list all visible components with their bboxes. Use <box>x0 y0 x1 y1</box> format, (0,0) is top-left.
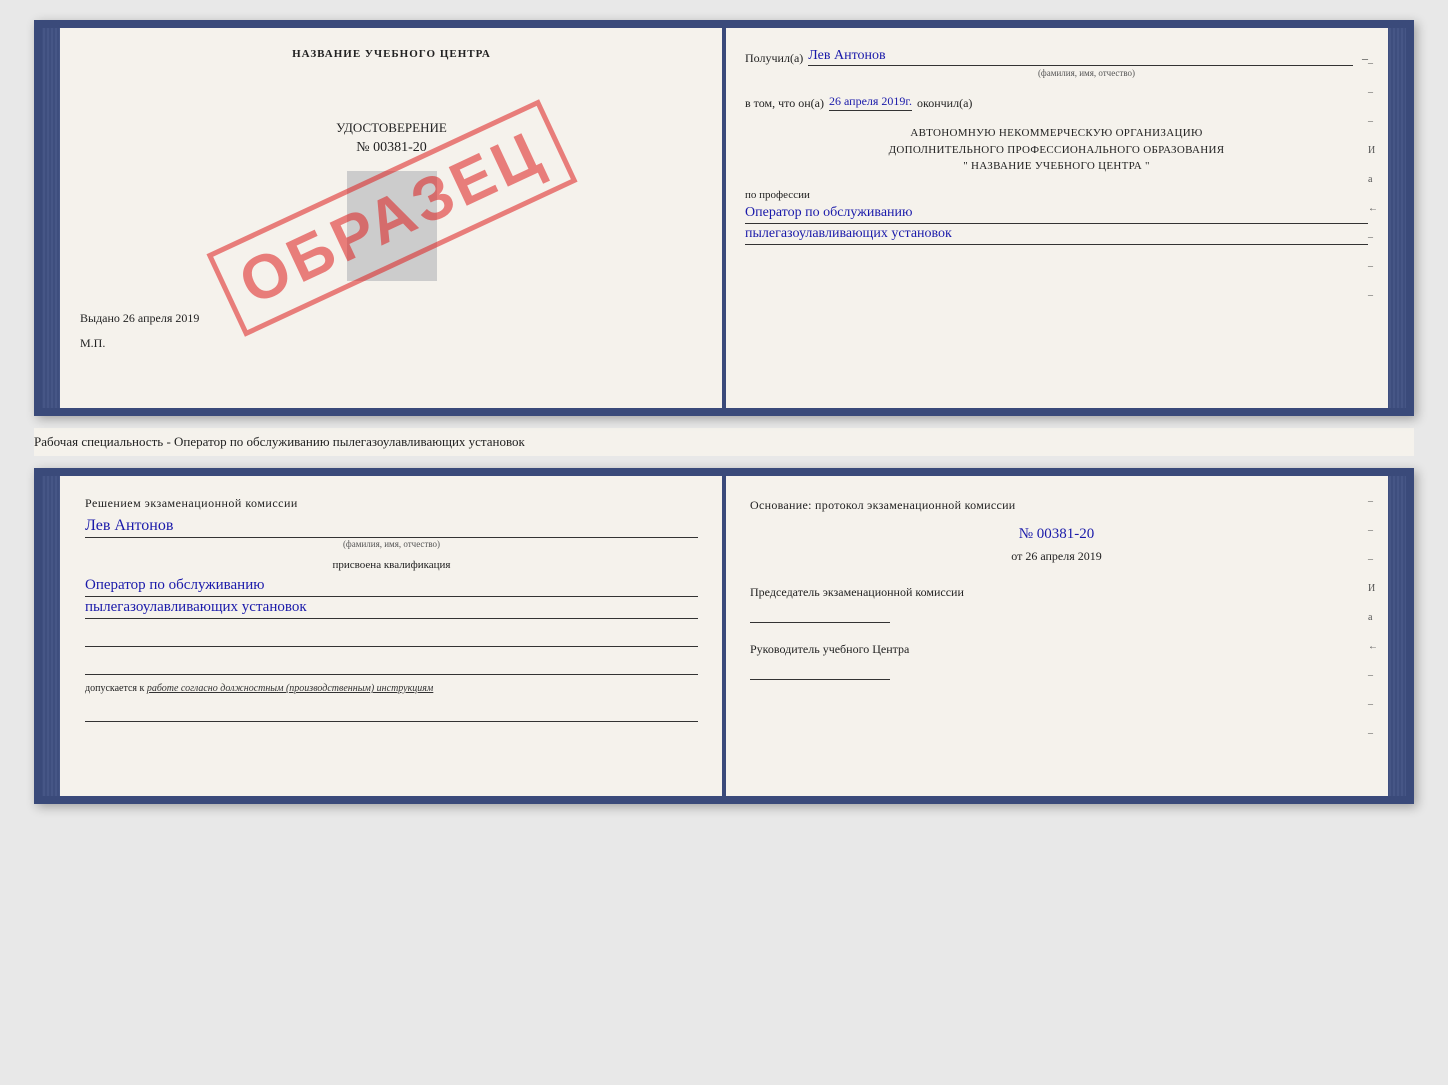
mp-line: М.П. <box>80 336 703 351</box>
bottom-document-book: Решением экзаменационной комиссии Лев Ан… <box>34 468 1414 804</box>
kvalif-line1: Оператор по обслуживанию <box>85 577 698 597</box>
udostoverenie-label: УДОСТОВЕРЕНИЕ <box>80 120 703 136</box>
bottom-left-page: Решением экзаменационной комиссии Лев Ан… <box>60 476 725 796</box>
org-line3: " НАЗВАНИЕ УЧЕБНОГО ЦЕНТРА " <box>745 158 1368 175</box>
vtom-date: 26 апреля 2019г. <box>829 94 912 111</box>
page-wrapper: НАЗВАНИЕ УЧЕБНОГО ЦЕНТРА ОБРАЗЕЦ УДОСТОВ… <box>34 20 1414 804</box>
prisvoena-label: присвоена квалификация <box>85 559 698 571</box>
vydano-date: 26 апреля 2019 <box>123 311 199 325</box>
dopuskaetsya-line: допускается к работе согласно должностны… <box>85 683 698 694</box>
poluchil-fio-sub: (фамилия, имя, отчество) <box>805 68 1368 78</box>
bottom-right-page: Основание: протокол экзаменационной коми… <box>725 476 1388 796</box>
dopusk-prefix: допускается к <box>85 683 144 694</box>
kvalif-line2: пылегазоулавливающих установок <box>85 599 698 619</box>
predsedatel-sign-line <box>750 607 890 623</box>
poluchil-name: Лев Антонов <box>808 48 1353 66</box>
photo-placeholder <box>347 171 437 281</box>
top-right-page: Получил(а) Лев Антонов – (фамилия, имя, … <box>725 28 1388 408</box>
spine-right <box>1388 28 1406 408</box>
profession-line1: Оператор по обслуживанию <box>745 205 1368 224</box>
org-line1: АВТОНОМНУЮ НЕКОММЕРЧЕСКУЮ ОРГАНИЗАЦИЮ <box>745 125 1368 142</box>
vtom-label: в том, что он(а) <box>745 96 824 111</box>
poluchil-label: Получил(а) <box>745 51 803 66</box>
okonchil-label: окончил(а) <box>917 96 972 111</box>
spine-left <box>42 28 60 408</box>
protocol-number: № 00381-20 <box>750 526 1363 543</box>
top-left-page: НАЗВАНИЕ УЧЕБНОГО ЦЕНТРА ОБРАЗЕЦ УДОСТОВ… <box>60 28 725 408</box>
dopusk-text: работе согласно должностным (производств… <box>147 683 433 694</box>
udostoverenie-number: № 00381-20 <box>80 140 703 156</box>
rukovoditel-sign-line <box>750 664 890 680</box>
ot-prefix: от <box>1011 549 1022 563</box>
top-left-title: НАЗВАНИЕ УЧЕБНОГО ЦЕНТРА <box>80 48 703 60</box>
po-professii: по профессии <box>745 189 1368 201</box>
blank-line1 <box>85 629 698 647</box>
rukovoditel-label: Руководитель учебного Центра <box>750 641 1363 658</box>
bottom-right-dashes: – – – И а ← – – – <box>1368 496 1378 739</box>
predsedatel-label: Председатель экзаменационной комиссии <box>750 584 1363 601</box>
middle-text: Рабочая специальность - Оператор по обсл… <box>34 428 1414 456</box>
org-block: АВТОНОМНУЮ НЕКОММЕРЧЕСКУЮ ОРГАНИЗАЦИЮ ДО… <box>745 125 1368 175</box>
ot-line: от 26 апреля 2019 <box>750 549 1363 564</box>
blank-line3 <box>85 704 698 722</box>
resheniem-label: Решением экзаменационной комиссии <box>85 496 698 511</box>
bottom-fio-sub: (фамилия, имя, отчество) <box>85 539 698 549</box>
poluchil-line: Получил(а) Лев Антонов – <box>745 48 1368 66</box>
right-dashes: – – – И а ← – – – <box>1368 58 1378 301</box>
bottom-spine-right <box>1388 476 1406 796</box>
bottom-spine-left <box>42 476 60 796</box>
vydano-prefix: Выдано <box>80 311 120 325</box>
osnovanie-label: Основание: протокол экзаменационной коми… <box>750 496 1363 514</box>
org-line2: ДОПОЛНИТЕЛЬНОГО ПРОФЕССИОНАЛЬНОГО ОБРАЗО… <box>745 142 1368 159</box>
vydano-line: Выдано 26 апреля 2019 <box>80 311 703 326</box>
blank-line2 <box>85 657 698 675</box>
vtom-line: в том, что он(а) 26 апреля 2019г. окончи… <box>745 94 1368 111</box>
profession-line2: пылегазоулавливающих установок <box>745 226 1368 245</box>
bottom-fio-name: Лев Антонов <box>85 517 698 538</box>
top-document-book: НАЗВАНИЕ УЧЕБНОГО ЦЕНТРА ОБРАЗЕЦ УДОСТОВ… <box>34 20 1414 416</box>
ot-date: 26 апреля 2019 <box>1025 549 1101 563</box>
